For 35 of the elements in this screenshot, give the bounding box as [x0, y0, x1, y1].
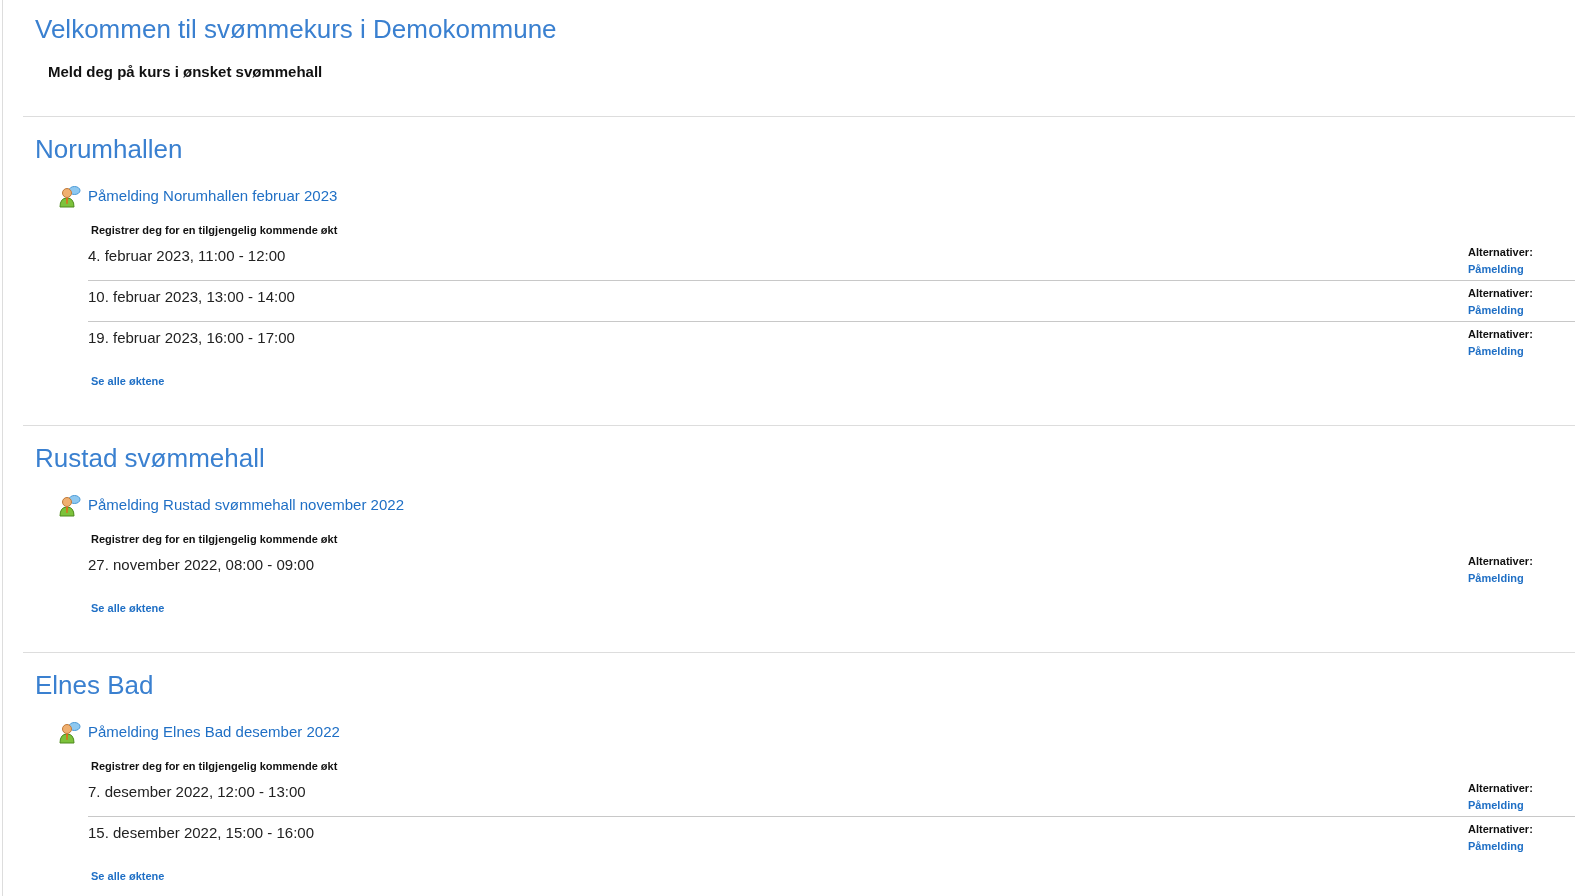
signup-link[interactable]: Påmelding: [1468, 342, 1524, 360]
session-date: 15. desember 2022, 15:00 - 16:00: [88, 823, 315, 843]
options-label: Alternativer:: [1468, 327, 1534, 342]
signup-link[interactable]: Påmelding: [1468, 260, 1524, 278]
options-label: Alternativer:: [1468, 822, 1534, 837]
session-date: 27. november 2022, 08:00 - 09:00: [88, 555, 315, 575]
see-all-link[interactable]: Se alle øktene: [91, 600, 165, 616]
signup-link[interactable]: Påmelding: [1468, 796, 1524, 814]
options-label: Alternativer:: [1468, 781, 1534, 796]
see-all-link[interactable]: Se alle øktene: [91, 373, 165, 389]
session-date: 7. desember 2022, 12:00 - 13:00: [88, 782, 307, 802]
options-label: Alternativer:: [1468, 286, 1534, 301]
session-date: 10. februar 2023, 13:00 - 14:00: [88, 287, 296, 307]
activity-link[interactable]: Påmelding Norumhallen februar 2023: [88, 184, 338, 208]
page-title: Velkommen til svømmekurs i Demokommune: [34, 13, 557, 44]
see-all-link[interactable]: Se alle øktene: [91, 868, 165, 884]
signup-link[interactable]: Påmelding: [1468, 837, 1524, 855]
section-heading: Rustad svømmehall: [35, 443, 265, 473]
activity-link[interactable]: Påmelding Elnes Bad desember 2022: [88, 720, 340, 744]
person-icon: [58, 720, 81, 744]
person-icon: [58, 184, 81, 208]
instruction-text: Registrer deg for en tilgjengelig kommende økt: [91, 532, 339, 547]
signup-link[interactable]: Påmelding: [1468, 569, 1524, 587]
instruction-text: Registrer deg for en tilgjengelig kommende økt: [91, 759, 339, 774]
options-label: Alternativer:: [1468, 245, 1534, 260]
session-date: 19. februar 2023, 16:00 - 17:00: [88, 328, 296, 348]
session-date: 4. februar 2023, 11:00 - 12:00: [88, 246, 287, 266]
page-subtitle: Meld deg på kurs i ønsket svømmehall: [48, 62, 323, 82]
instruction-text: Registrer deg for en tilgjengelig kommende økt: [91, 223, 339, 238]
options-label: Alternativer:: [1468, 554, 1534, 569]
section-heading: Norumhallen: [35, 134, 183, 164]
activity-link[interactable]: Påmelding Rustad svømmehall november 2022: [88, 493, 404, 517]
signup-link[interactable]: Påmelding: [1468, 301, 1524, 319]
person-icon: [58, 493, 81, 517]
section-heading: Elnes Bad: [35, 670, 154, 700]
